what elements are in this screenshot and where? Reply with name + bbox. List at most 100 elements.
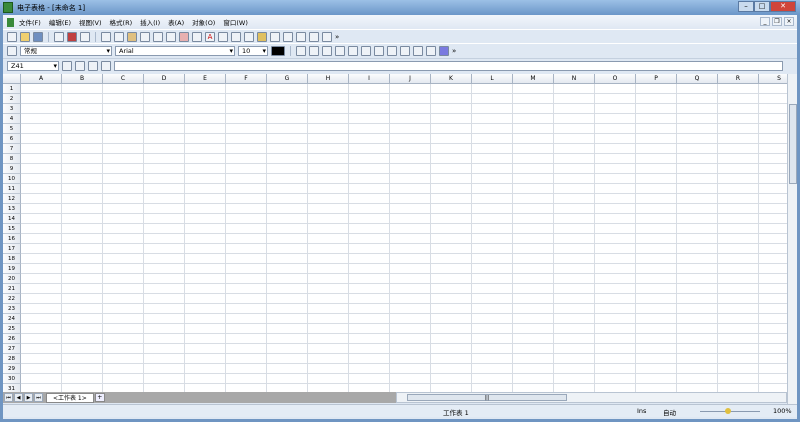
spreadsheet-grid[interactable]: A B C D E F G H I J K L M N O P Q R S 1 2 3 4 5 6 7 8 9 10 11 12 13 14 15…: [3, 74, 787, 392]
print-preview-icon[interactable]: [80, 31, 90, 42]
menu-view[interactable]: 视图(V): [79, 17, 102, 27]
menu-format[interactable]: 格式(R): [110, 17, 133, 27]
row-header[interactable]: 6: [3, 134, 21, 144]
column-header-i[interactable]: I: [349, 74, 390, 84]
column-header-s[interactable]: S: [759, 74, 787, 84]
row-header[interactable]: 25: [3, 324, 21, 334]
doc-close-button[interactable]: ×: [784, 17, 794, 26]
cut-icon[interactable]: [101, 31, 111, 42]
menu-object[interactable]: 对象(O): [192, 17, 215, 27]
row-header[interactable]: 30: [3, 374, 21, 384]
row-header[interactable]: 22: [3, 294, 21, 304]
new-icon[interactable]: [7, 31, 17, 42]
row-header[interactable]: 8: [3, 154, 21, 164]
toolbar-overflow-icon[interactable]: »: [452, 47, 456, 55]
vertical-scrollbar[interactable]: [787, 74, 797, 404]
save-icon[interactable]: [33, 31, 43, 42]
row-header[interactable]: 17: [3, 244, 21, 254]
zoom-slider-handle[interactable]: [725, 408, 731, 414]
cell-reference-box[interactable]: Z41: [7, 61, 59, 71]
help-icon[interactable]: [322, 31, 332, 42]
add-sheet-button[interactable]: +: [94, 393, 105, 402]
bold-icon[interactable]: [296, 45, 306, 56]
last-sheet-button[interactable]: ⏭: [34, 393, 43, 402]
row-header[interactable]: 12: [3, 194, 21, 204]
maximize-button[interactable]: □: [754, 1, 770, 12]
copy-icon[interactable]: [114, 31, 124, 42]
undo-icon[interactable]: [140, 31, 150, 42]
status-insert-mode[interactable]: Ins: [637, 407, 646, 415]
column-header-o[interactable]: O: [595, 74, 636, 84]
column-header-j[interactable]: J: [390, 74, 431, 84]
fill-color-icon[interactable]: [439, 45, 449, 56]
column-header-l[interactable]: L: [472, 74, 513, 84]
split-icon[interactable]: [413, 45, 423, 56]
close-button[interactable]: ✕: [770, 1, 796, 12]
freeze-icon[interactable]: [296, 31, 306, 42]
menu-table[interactable]: 表(A): [168, 17, 184, 27]
sum-icon[interactable]: [75, 61, 85, 71]
accept-icon[interactable]: [88, 61, 98, 71]
row-header[interactable]: 13: [3, 204, 21, 214]
row-header[interactable]: 28: [3, 354, 21, 364]
image-icon[interactable]: [244, 31, 254, 42]
row-header[interactable]: 10: [3, 174, 21, 184]
open-icon[interactable]: [20, 31, 30, 42]
align-left-icon[interactable]: [348, 45, 358, 56]
menu-insert[interactable]: 插入(I): [140, 17, 160, 27]
row-header[interactable]: 11: [3, 184, 21, 194]
horizontal-scrollbar[interactable]: |||: [396, 392, 787, 403]
column-header-q[interactable]: Q: [677, 74, 718, 84]
column-header-m[interactable]: M: [513, 74, 554, 84]
column-header-a[interactable]: A: [21, 74, 62, 84]
row-header[interactable]: 24: [3, 314, 21, 324]
text-icon[interactable]: A: [205, 31, 215, 42]
row-header[interactable]: 18: [3, 254, 21, 264]
row-header[interactable]: 14: [3, 214, 21, 224]
sort-icon[interactable]: [283, 31, 293, 42]
column-header-g[interactable]: G: [267, 74, 308, 84]
print-icon[interactable]: [54, 31, 64, 42]
merge-icon[interactable]: [400, 45, 410, 56]
cancel-icon[interactable]: [101, 61, 111, 71]
menu-window[interactable]: 窗口(W): [223, 17, 248, 27]
redo-icon[interactable]: [153, 31, 163, 42]
font-select[interactable]: Arial: [115, 45, 235, 56]
row-header[interactable]: 20: [3, 274, 21, 284]
column-header-k[interactable]: K: [431, 74, 472, 84]
prev-sheet-button[interactable]: ◀: [14, 393, 23, 402]
row-header[interactable]: 23: [3, 304, 21, 314]
first-sheet-button[interactable]: ⏮: [4, 393, 13, 402]
frame-icon[interactable]: [218, 31, 228, 42]
align-center-icon[interactable]: [361, 45, 371, 56]
column-header-h[interactable]: H: [308, 74, 349, 84]
sheet-tab[interactable]: <工作表 1>: [46, 392, 94, 403]
underline-icon[interactable]: [322, 45, 332, 56]
zoom-icon[interactable]: [192, 31, 202, 42]
menu-file[interactable]: 文件(F): [19, 17, 41, 27]
formula-input[interactable]: [114, 61, 783, 71]
toolbar-overflow-icon[interactable]: »: [335, 33, 339, 41]
row-header[interactable]: 15: [3, 224, 21, 234]
column-header-c[interactable]: C: [103, 74, 144, 84]
minimize-button[interactable]: –: [738, 1, 754, 12]
column-header-r[interactable]: R: [718, 74, 759, 84]
font-color-icon[interactable]: [271, 45, 285, 56]
paste-icon[interactable]: [127, 31, 137, 42]
column-header-b[interactable]: B: [62, 74, 103, 84]
properties-icon[interactable]: [309, 31, 319, 42]
row-header[interactable]: 7: [3, 144, 21, 154]
wrap-text-icon[interactable]: [335, 45, 345, 56]
column-header-d[interactable]: D: [144, 74, 185, 84]
format-painter-icon[interactable]: [257, 31, 267, 42]
row-header[interactable]: 3: [3, 104, 21, 114]
function-icon[interactable]: [62, 61, 72, 71]
justify-icon[interactable]: [387, 45, 397, 56]
doc-restore-button[interactable]: ❐: [772, 17, 782, 26]
row-header[interactable]: 27: [3, 344, 21, 354]
doc-minimize-button[interactable]: _: [760, 17, 770, 26]
row-header[interactable]: 4: [3, 114, 21, 124]
border-icon[interactable]: [426, 45, 436, 56]
status-calc-mode[interactable]: 自动: [663, 407, 676, 417]
column-header-p[interactable]: P: [636, 74, 677, 84]
